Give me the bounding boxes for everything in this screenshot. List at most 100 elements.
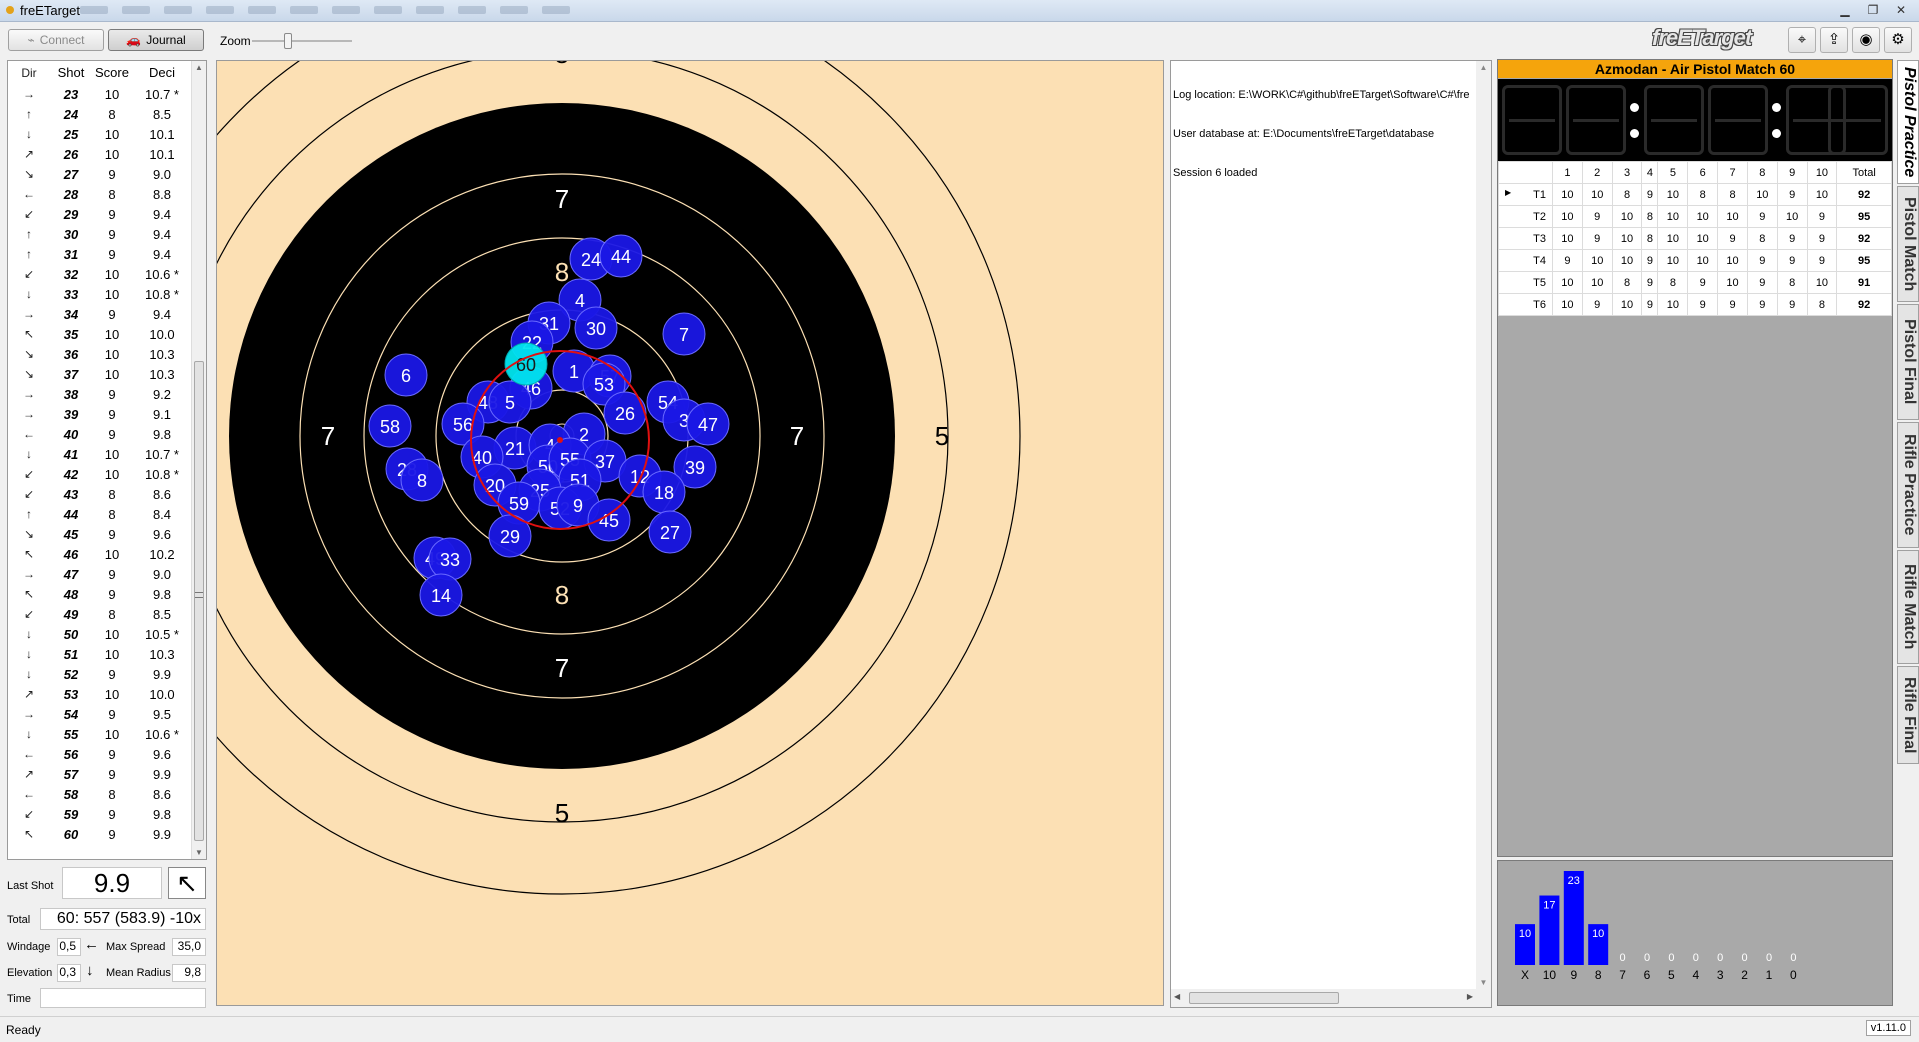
shot-row[interactable]: ↑ 44 8 8.4	[8, 504, 192, 524]
scroll-down-icon[interactable]: ▼	[192, 848, 206, 857]
shot-direction-icon: ↗	[23, 147, 35, 161]
shot-decimal: 10.0	[149, 326, 175, 342]
shot-row[interactable]: ↓ 51 10 10.3	[8, 644, 192, 664]
shot-marker: 8	[400, 458, 444, 502]
log-panel[interactable]: Log location: E:\WORK\C#\github\freETarg…	[1170, 60, 1492, 1008]
shot-row[interactable]: ↘ 45 9 9.6	[8, 524, 192, 544]
shot-row[interactable]: ↘ 37 10 10.3	[8, 364, 192, 384]
shot-number: 35	[63, 326, 79, 342]
upload-icon[interactable]: ⇪	[1820, 27, 1848, 53]
scroll-up-icon[interactable]: ▲	[1476, 63, 1491, 72]
scroll-left-icon[interactable]: ◀	[1174, 992, 1180, 1001]
match-panel: Azmodan - Air Pistol Match 60 1234567891…	[1497, 59, 1893, 857]
shot-row[interactable]: ↖ 35 10 10.0	[8, 324, 192, 344]
shots-list[interactable]: Dir Shot Score Deci → 23 10 10.7 * ↑ 24 8 8.5 ↓ 2…	[7, 60, 207, 860]
shot-row[interactable]: → 23 10 10.7 *	[8, 84, 192, 104]
shot-row[interactable]: ↙ 32 10 10.6 *	[8, 264, 192, 284]
shots-scrollbar[interactable]: ▲ ▼	[191, 61, 206, 859]
shot-number-label: 18	[654, 483, 674, 503]
windage-value: 0,5	[57, 938, 81, 956]
shot-row[interactable]: → 39 9 9.1	[8, 404, 192, 424]
record-icon[interactable]: ◉	[1852, 27, 1880, 53]
shot-row[interactable]: ↙ 49 8 8.5	[8, 604, 192, 624]
shot-row[interactable]: → 54 9 9.5	[8, 704, 192, 724]
shot-row[interactable]: ↓ 52 9 9.9	[8, 664, 192, 684]
shot-row[interactable]: ↘ 36 10 10.3	[8, 344, 192, 364]
shot-row[interactable]: ↙ 43 8 8.6	[8, 484, 192, 504]
series-score: 10	[1581, 249, 1613, 272]
shot-direction-icon: ↖	[23, 327, 35, 341]
log-horizontal-scrollbar[interactable]: ◀ ▶	[1171, 989, 1491, 1007]
shot-number: 54	[63, 706, 79, 722]
scroll-down-icon[interactable]: ▼	[1476, 978, 1491, 987]
series-score: 9	[1746, 205, 1778, 228]
tab-pistol-practice[interactable]: Pistol Practice	[1897, 60, 1919, 184]
series-row[interactable]: T2 10 9 10 8 10 10 10 9 10 9 95	[1498, 205, 1892, 228]
shot-row[interactable]: ↙ 42 10 10.8 *	[8, 464, 192, 484]
shot-row[interactable]: ↓ 41 10 10.7 *	[8, 444, 192, 464]
gear-icon[interactable]: ⚙	[1884, 27, 1912, 53]
minimize-icon[interactable]: ▁	[1833, 1, 1857, 19]
shot-row[interactable]: ↓ 33 10 10.8 *	[8, 284, 192, 304]
target-canvas[interactable]: 5678876556776524444313072261574653485265…	[217, 61, 1164, 1006]
shot-row[interactable]: → 38 9 9.2	[8, 384, 192, 404]
shot-row[interactable]: ↗ 26 10 10.1	[8, 144, 192, 164]
shot-row[interactable]: ↖ 60 9 9.9	[8, 824, 192, 844]
tab-pistol-match[interactable]: Pistol Match	[1897, 186, 1919, 302]
shot-direction-icon: ↘	[23, 347, 35, 361]
max-spread-label: Max Spread	[106, 941, 166, 953]
log-scroll-thumb[interactable]	[1189, 992, 1339, 1004]
shot-row[interactable]: → 34 9 9.4	[8, 304, 192, 324]
target-view[interactable]: 5678876556776524444313072261574653485265…	[216, 60, 1164, 1006]
shot-row[interactable]: ← 58 8 8.6	[8, 784, 192, 804]
crosshair-icon[interactable]: ⌖	[1788, 27, 1816, 53]
shot-row[interactable]: ↖ 46 10 10.2	[8, 544, 192, 564]
tab-rifle-final[interactable]: Rifle Final	[1897, 666, 1919, 764]
connect-button[interactable]: ⌁ Connect	[8, 29, 104, 51]
series-row[interactable]: T5 10 10 8 9 8 9 10 9 8 10 91	[1498, 271, 1892, 294]
shot-row[interactable]: ↑ 31 9 9.4	[8, 244, 192, 264]
shot-row[interactable]: ↗ 57 9 9.9	[8, 764, 192, 784]
zoom-slider-track[interactable]	[252, 40, 352, 42]
shot-score: 8	[108, 486, 116, 502]
shot-direction-icon: ↖	[23, 547, 35, 561]
shot-number: 33	[63, 286, 79, 302]
scroll-right-icon[interactable]: ▶	[1467, 992, 1473, 1001]
scroll-thumb[interactable]	[194, 361, 204, 841]
shot-row[interactable]: → 47 9 9.0	[8, 564, 192, 584]
shot-direction-icon: ←	[23, 427, 35, 441]
shot-row[interactable]: ↗ 53 10 10.0	[8, 684, 192, 704]
shot-row[interactable]: ← 28 8 8.8	[8, 184, 192, 204]
series-score: 9	[1776, 183, 1808, 206]
shot-row[interactable]: ← 40 9 9.8	[8, 424, 192, 444]
shot-row[interactable]: ↑ 24 8 8.5	[8, 104, 192, 124]
shot-row[interactable]: ↓ 25 10 10.1	[8, 124, 192, 144]
close-icon[interactable]: ✕	[1889, 1, 1913, 19]
tab-rifle-practice[interactable]: Rifle Practice	[1897, 422, 1919, 548]
journal-button[interactable]: 🚗 Journal	[108, 29, 204, 51]
series-score: 10	[1746, 183, 1778, 206]
zoom-slider-thumb[interactable]	[284, 33, 292, 49]
shot-row[interactable]: ↙ 59 9 9.8	[8, 804, 192, 824]
tab-rifle-match[interactable]: Rifle Match	[1897, 550, 1919, 664]
series-row[interactable]: T4 9 10 10 9 10 10 10 9 9 9 95	[1498, 249, 1892, 272]
last-shot-label: Last Shot	[7, 880, 54, 892]
log-vertical-scrollbar[interactable]: ▲ ▼	[1476, 61, 1491, 989]
shot-row[interactable]: ↙ 29 9 9.4	[8, 204, 192, 224]
series-row[interactable]: ▶ T1 10 10 8 9 10 8 8 10 9 10 92	[1498, 183, 1892, 206]
scroll-up-icon[interactable]: ▲	[192, 63, 206, 72]
shot-decimal: 8.5	[152, 106, 172, 122]
shot-score: 10	[104, 546, 120, 562]
restore-icon[interactable]: ❐	[1861, 1, 1885, 19]
series-row[interactable]: T6 10 9 10 9 10 9 9 9 9 8 92	[1498, 293, 1892, 316]
shot-row[interactable]: ← 56 9 9.6	[8, 744, 192, 764]
series-score: 9	[1776, 249, 1808, 272]
shot-row[interactable]: ↖ 48 9 9.8	[8, 584, 192, 604]
series-row[interactable]: T3 10 9 10 8 10 10 9 8 9 9 92	[1498, 227, 1892, 250]
shot-decimal: 9.4	[152, 226, 172, 242]
shot-row[interactable]: ↓ 50 10 10.5 *	[8, 624, 192, 644]
tab-pistol-final[interactable]: Pistol Final	[1897, 304, 1919, 420]
shot-row[interactable]: ↓ 55 10 10.6 *	[8, 724, 192, 744]
shot-row[interactable]: ↑ 30 9 9.4	[8, 224, 192, 244]
shot-row[interactable]: ↘ 27 9 9.0	[8, 164, 192, 184]
